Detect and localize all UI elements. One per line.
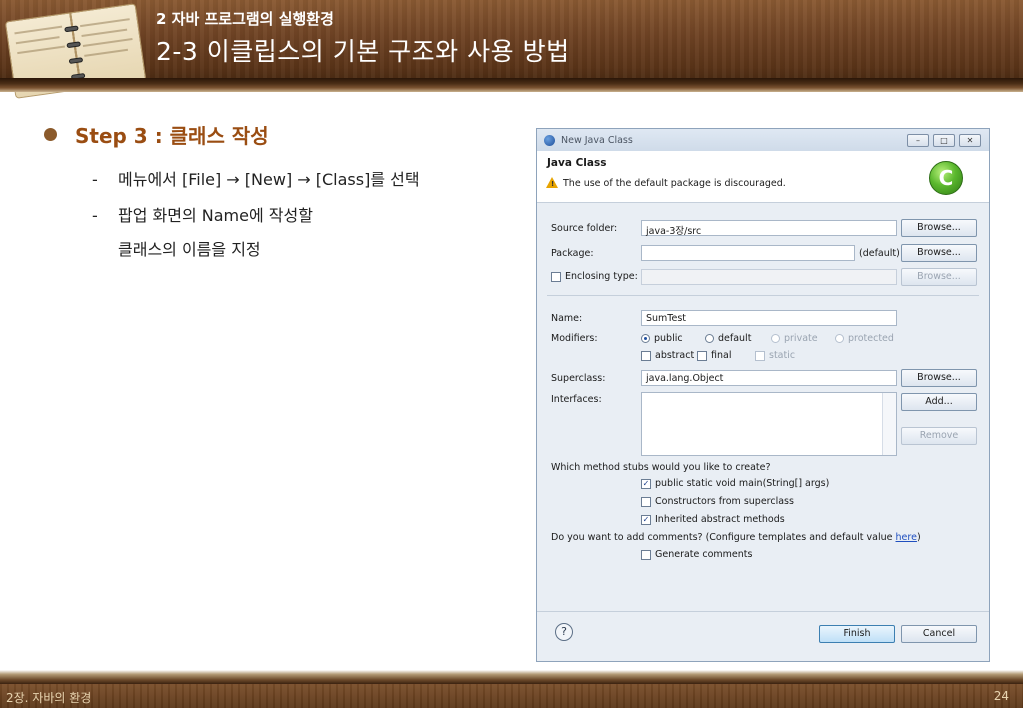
step-title: Step 3 : 클래스 작성 [75, 124, 269, 148]
finish-button[interactable]: Finish [819, 625, 895, 643]
name-input[interactable]: SumTest [641, 310, 897, 326]
browse-source-button[interactable]: Browse... [901, 219, 977, 237]
remove-interface-button[interactable]: Remove [901, 427, 977, 445]
page-number: 24 [993, 689, 1009, 703]
browse-superclass-button[interactable]: Browse... [901, 369, 977, 387]
list-item-continuation: 클래스의 이름을 지정 [118, 240, 261, 259]
minimize-icon[interactable]: – [907, 134, 929, 147]
chapter-label: 2장. 자바의 환경 [6, 691, 92, 705]
name-label: Name: [551, 313, 583, 324]
banner-message: The use of the default package is discou… [563, 178, 786, 189]
final-checkbox[interactable]: final [697, 350, 731, 361]
footer-bar: 2장. 자바의 환경 24 [0, 684, 1023, 708]
java-class-logo-icon: C [929, 161, 963, 195]
interfaces-scrollbar[interactable] [882, 393, 896, 455]
dialog-banner: Java Class ! The use of the default pack… [537, 151, 989, 203]
list-item: - 메뉴에서 [File] → [New] → [Class]를 선택 [92, 170, 420, 189]
divider [547, 295, 979, 296]
source-folder-input[interactable]: java-3장/src [641, 220, 897, 237]
book-icon [0, 0, 152, 111]
banner-title: Java Class [547, 157, 607, 169]
cancel-button[interactable]: Cancel [901, 625, 977, 643]
package-input[interactable] [641, 245, 855, 261]
new-java-class-dialog: New Java Class – □ ✕ Java Class ! The us… [536, 128, 990, 662]
superclass-input[interactable]: java.lang.Object [641, 370, 897, 386]
help-icon[interactable]: ? [555, 623, 573, 641]
main-method-checkbox[interactable]: ✓ public static void main(String[] args) [641, 478, 829, 489]
interfaces-list[interactable] [641, 392, 897, 456]
superclass-label: Superclass: [551, 373, 606, 384]
browse-package-button[interactable]: Browse... [901, 244, 977, 262]
modifier-protected-radio[interactable]: protected [835, 333, 894, 344]
header-banner: 2 자바 프로그램의 실행환경 2-3 이클립스의 기본 구조와 사용 방법 [0, 0, 1023, 99]
package-default-label: (default) [859, 248, 900, 259]
add-interface-button[interactable]: Add... [901, 393, 977, 411]
page-title: 2-3 이클립스의 기본 구조와 사용 방법 [156, 37, 570, 66]
divider [537, 611, 989, 612]
section-subtitle: 2 자바 프로그램의 실행환경 [156, 10, 334, 28]
bullet-icon [44, 128, 57, 141]
modifier-public-radio[interactable]: public [641, 333, 683, 344]
generate-comments-checkbox[interactable]: Generate comments [641, 549, 752, 560]
abstract-checkbox[interactable]: abstract [641, 350, 694, 361]
source-folder-label: Source folder: [551, 223, 618, 234]
inherited-methods-checkbox[interactable]: ✓ Inherited abstract methods [641, 514, 785, 525]
comments-question: Do you want to add comments? (Configure … [551, 532, 921, 543]
enclosing-type-checkbox[interactable]: Enclosing type: [551, 271, 638, 282]
modifier-default-radio[interactable]: default [705, 333, 751, 344]
browse-enclosing-button[interactable]: Browse... [901, 268, 977, 286]
maximize-icon[interactable]: □ [933, 134, 955, 147]
header-divider [0, 78, 1023, 92]
modifiers-label: Modifiers: [551, 333, 598, 344]
static-checkbox[interactable]: static [755, 350, 795, 361]
modifier-private-radio[interactable]: private [771, 333, 818, 344]
dialog-titlebar: New Java Class – □ ✕ [537, 129, 989, 151]
dialog-title: New Java Class [561, 135, 633, 146]
package-label: Package: [551, 248, 594, 259]
eclipse-icon [544, 135, 555, 146]
close-icon[interactable]: ✕ [959, 134, 981, 147]
stubs-question: Which method stubs would you like to cre… [551, 462, 771, 473]
interfaces-label: Interfaces: [551, 394, 602, 405]
footer-divider [0, 670, 1023, 684]
list-item: - 팝업 화면의 Name에 작성할 [92, 206, 313, 225]
constructors-checkbox[interactable]: Constructors from superclass [641, 496, 794, 507]
configure-templates-link[interactable]: here [896, 532, 917, 543]
checkbox-box [551, 271, 561, 282]
enclosing-type-input[interactable] [641, 269, 897, 285]
step-heading: Step 3 : 클래스 작성 [44, 120, 269, 149]
